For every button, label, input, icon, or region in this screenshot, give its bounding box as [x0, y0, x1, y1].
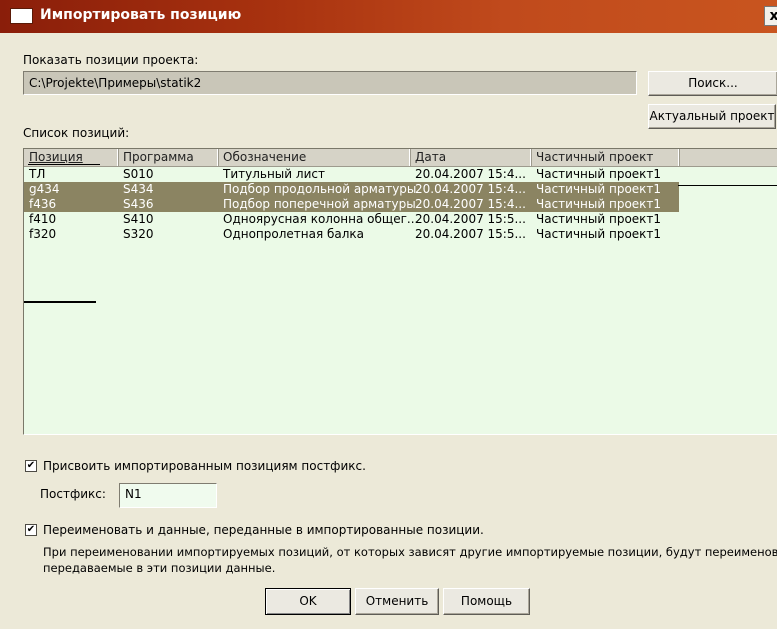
window-icon	[10, 8, 33, 24]
column-header-date[interactable]: Дата	[410, 149, 531, 166]
project-label: Показать позиции проекта:	[23, 53, 199, 67]
list-item[interactable]: f320 S320 Однопролетная балка 20.04.2007 15…	[24, 227, 679, 242]
rename-checkbox-label: Переименовать и данные, переданные в имп…	[43, 523, 484, 537]
column-header-partial-project[interactable]: Частичный проект	[531, 149, 679, 166]
positions-list[interactable]: Позиция Программа Обозначение Дата Части…	[23, 148, 777, 435]
cell-program: S010	[123, 167, 154, 181]
cell-program: S320	[123, 227, 154, 241]
column-header-designation[interactable]: Обозначение	[218, 149, 410, 166]
cell-program: S436	[123, 197, 154, 211]
cell-designation: Однопролетная балка	[223, 227, 365, 241]
close-button[interactable]: x	[764, 6, 777, 26]
window-title: Импортировать позицию	[40, 7, 242, 23]
title-bar[interactable]: Импортировать позицию x	[0, 0, 777, 33]
cell-position: f320	[29, 227, 57, 241]
postfix-field-label: Постфикс:	[40, 487, 106, 501]
rename-checkbox[interactable]: ✔	[25, 524, 37, 536]
cell-partial-project: Частичный проект1	[536, 197, 662, 211]
positions-list-label: Список позиций:	[23, 126, 130, 140]
list-item[interactable]: g434 S434 Подбор продольной арматуры 20.04.…	[24, 182, 679, 197]
list-item[interactable]: ТЛ S010 Титульный лист 20.04.2007 15:4... Ча…	[24, 167, 679, 182]
column-header-filler	[679, 149, 777, 166]
cell-designation: Подбор поперечной арматуры	[223, 197, 416, 211]
rename-note-line1: При переименовании импортируемых позиций…	[43, 545, 777, 559]
postfix-checkbox-label: Присвоить импортированным позициям постф…	[43, 459, 366, 473]
cell-designation: Одноярусная колонна общег...	[223, 212, 419, 226]
postfix-input[interactable]: N1	[119, 483, 217, 508]
help-button[interactable]: Помощь	[443, 588, 530, 615]
search-button[interactable]: Поиск...	[648, 71, 777, 96]
cell-date: 20.04.2007 15:5...	[415, 227, 526, 241]
cell-date: 20.04.2007 15:4...	[415, 197, 526, 211]
cell-date: 20.04.2007 15:4...	[415, 167, 526, 181]
list-item[interactable]: f410 S410 Одноярусная колонна общег... 20.0…	[24, 212, 679, 227]
cell-designation: Подбор продольной арматуры	[223, 182, 417, 196]
cell-position: ТЛ	[29, 167, 46, 181]
list-header: Позиция Программа Обозначение Дата Части…	[24, 149, 777, 167]
cell-position: f410	[29, 212, 57, 226]
cell-program: S410	[123, 212, 154, 226]
rename-note-line2: передаваемые в эти позиции данные.	[43, 561, 276, 575]
ok-button[interactable]: OK	[265, 588, 351, 615]
cell-position: f436	[29, 197, 57, 211]
cell-date: 20.04.2007 15:4...	[415, 182, 526, 196]
cell-partial-project: Частичный проект1	[536, 212, 662, 226]
annotation-line-right	[678, 185, 777, 186]
column-header-program[interactable]: Программа	[118, 149, 218, 166]
cell-partial-project: Частичный проект1	[536, 167, 662, 181]
annotation-line	[24, 301, 96, 303]
cell-partial-project: Частичный проект1	[536, 227, 662, 241]
cell-program: S434	[123, 182, 154, 196]
cell-designation: Титульный лист	[223, 167, 325, 181]
postfix-checkbox[interactable]: ✔	[25, 460, 37, 472]
cancel-button[interactable]: Отменить	[355, 588, 439, 615]
header-underline-mark	[28, 164, 100, 165]
project-path-field[interactable]: C:\Projekte\Примеры\statik2	[23, 71, 637, 95]
cell-date: 20.04.2007 15:5...	[415, 212, 526, 226]
cell-position: g434	[29, 182, 60, 196]
current-project-button[interactable]: Актуальный проект	[648, 104, 776, 129]
cell-partial-project: Частичный проект1	[536, 182, 662, 196]
list-item[interactable]: f436 S436 Подбор поперечной арматуры 20.04.…	[24, 197, 679, 212]
